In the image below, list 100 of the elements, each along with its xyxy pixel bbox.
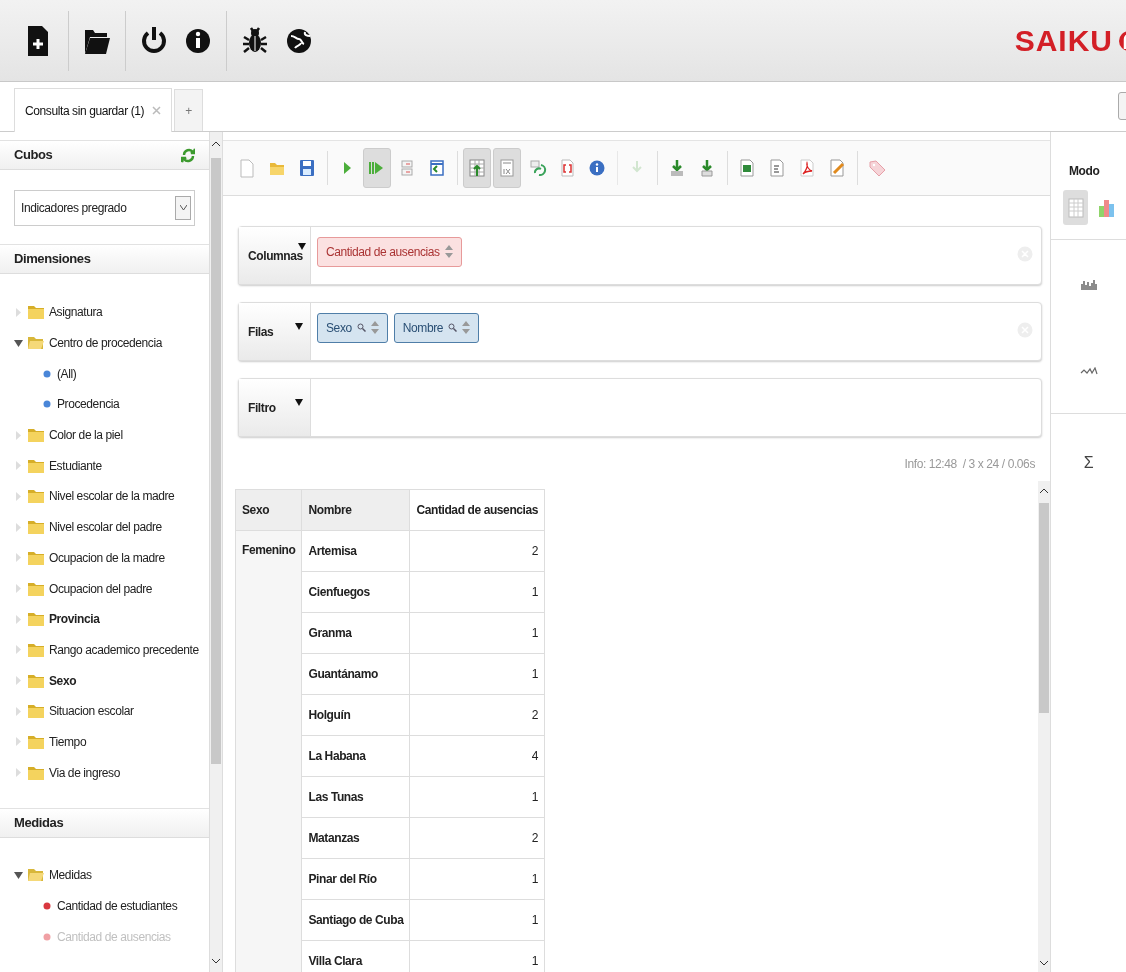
caret-icon — [179, 205, 187, 211]
collapsed-arrow-icon[interactable] — [14, 768, 23, 778]
sum-button[interactable]: Σ — [1051, 414, 1126, 472]
dropdown-arrow-icon — [298, 243, 306, 250]
scroll-up-icon[interactable] — [1040, 487, 1048, 493]
axis-menu-button[interactable]: Filtro — [239, 379, 311, 436]
tree-item[interactable]: Asignatura — [0, 296, 210, 328]
tree-item[interactable]: Rango academico precedente — [0, 634, 210, 666]
table-icon — [1065, 196, 1086, 219]
folder-icon — [27, 672, 45, 689]
scroll-down-icon[interactable] — [1040, 960, 1048, 966]
folder-icon — [27, 488, 45, 505]
tree-item[interactable]: (All) — [0, 358, 210, 390]
tree-item[interactable]: Situacion escolar — [0, 695, 210, 727]
axis-menu-button[interactable]: Columnas — [239, 227, 311, 284]
sort-icon[interactable] — [370, 321, 379, 334]
tree-item[interactable]: Nivel escolar de la madre — [0, 481, 210, 512]
table-cell: 2 — [409, 694, 545, 736]
table-icon — [467, 158, 487, 178]
dropdown-arrow-icon — [295, 323, 303, 330]
axis-menu-button[interactable]: Filas — [239, 303, 311, 360]
folder-icon — [27, 703, 45, 720]
dimension-chip[interactable]: Sexo — [317, 312, 388, 343]
pdf-icon — [797, 158, 817, 178]
tab[interactable]: + — [174, 89, 203, 131]
folder-icon — [27, 335, 45, 351]
collapsed-arrow-icon[interactable] — [14, 706, 23, 716]
mode-button[interactable] — [1063, 190, 1088, 225]
tree-label: Medidas — [49, 868, 92, 883]
folder-icon — [27, 764, 45, 781]
tree-item[interactable]: Cantidad de estudiantes — [0, 890, 210, 922]
collapsed-arrow-icon[interactable] — [14, 307, 23, 317]
expanded-arrow-icon[interactable] — [14, 870, 23, 880]
tree-item[interactable]: Sexo — [0, 665, 210, 696]
tree-label: Tiempo — [49, 734, 87, 749]
expanded-arrow-icon[interactable] — [14, 338, 23, 348]
collapsed-arrow-icon[interactable] — [14, 522, 23, 532]
drop-zone[interactable]: Filtro — [238, 378, 1042, 437]
drop-zone[interactable]: Columnas Cantidad de ausencias — [238, 226, 1042, 285]
collapsed-arrow-icon[interactable] — [14, 430, 23, 440]
scrollbar[interactable] — [209, 132, 222, 972]
cube-select[interactable]: Indicadores pregrado — [14, 190, 196, 226]
line-chart-icon[interactable] — [1079, 366, 1098, 375]
window-icon — [427, 158, 447, 178]
folder-icon — [27, 867, 45, 884]
tree-label: Provincia — [49, 612, 100, 627]
row-header-cell: Cienfuegos — [302, 571, 410, 613]
drop-zone[interactable]: Filas Sexo Nombre — [238, 302, 1042, 361]
tree-label: (All) — [57, 366, 77, 381]
tree-item[interactable]: Centro de procedencia — [0, 327, 210, 359]
tab[interactable]: Consulta sin guardar (1) — [14, 88, 173, 132]
tree-item[interactable]: Color de la piel — [0, 419, 210, 451]
collapsed-arrow-icon[interactable] — [14, 491, 23, 501]
search-icon[interactable] — [356, 323, 366, 332]
search-icon[interactable] — [448, 323, 458, 332]
close-icon[interactable] — [152, 106, 162, 115]
tree-label: Rango academico precedente — [49, 642, 199, 657]
collapsed-arrow-icon[interactable] — [14, 737, 23, 747]
text-file-icon — [767, 158, 787, 178]
new-document-icon — [237, 158, 257, 178]
bar-chart-icon[interactable] — [1080, 278, 1097, 291]
scroll-down-icon[interactable] — [212, 958, 220, 964]
table-cell: 4 — [409, 735, 545, 777]
collapsed-arrow-icon[interactable] — [14, 645, 23, 655]
info-icon — [587, 158, 607, 178]
scroll-up-icon[interactable] — [212, 140, 220, 146]
tree-item[interactable]: Nivel escolar del padre — [0, 511, 210, 543]
sort-icon[interactable] — [444, 245, 453, 258]
tree-item[interactable]: Via de ingreso — [0, 757, 210, 788]
tree-item[interactable]: Provincia — [0, 603, 210, 635]
measure-chip[interactable]: Cantidad de ausencias — [317, 236, 462, 267]
refresh-icon[interactable] — [181, 147, 196, 163]
sort-icon[interactable] — [462, 321, 471, 334]
collapsed-arrow-icon[interactable] — [14, 553, 23, 563]
collapsed-arrow-icon[interactable] — [14, 614, 23, 624]
dimension-chip[interactable]: Nombre — [393, 312, 480, 343]
toolbar-button[interactable] — [363, 148, 391, 188]
collapsed-arrow-icon[interactable] — [14, 461, 23, 471]
row-header-cell: La Habana — [302, 735, 410, 777]
tree-item[interactable]: Ocupacion de la madre — [0, 542, 210, 574]
row-header-cell: Granma — [302, 612, 410, 654]
table-cell: 1 — [409, 858, 545, 900]
collapsed-arrow-icon[interactable] — [14, 584, 23, 593]
column-header: Sexo — [235, 489, 302, 531]
tag-icon — [867, 158, 887, 178]
column-header: Nombre — [302, 489, 410, 531]
scrollbar[interactable] — [1038, 481, 1050, 972]
swap-axis-icon — [527, 158, 547, 178]
tree-item[interactable]: Ocupacion del padre — [0, 573, 210, 604]
spreadsheet-icon — [737, 158, 757, 178]
tree-item[interactable]: Procedencia — [0, 389, 210, 420]
table-cell: 1 — [409, 653, 545, 695]
tree-label: Procedencia — [57, 397, 120, 412]
tree-item[interactable]: Tiempo — [0, 726, 210, 758]
collapsed-arrow-icon[interactable] — [14, 676, 23, 686]
table-cell: 1 — [409, 612, 545, 654]
tree-item[interactable]: Estudiante — [0, 450, 210, 482]
tree-item[interactable]: Medidas — [0, 859, 210, 891]
tree-label: Color de la piel — [49, 428, 123, 443]
row-header-cell: Holguín — [302, 694, 410, 736]
